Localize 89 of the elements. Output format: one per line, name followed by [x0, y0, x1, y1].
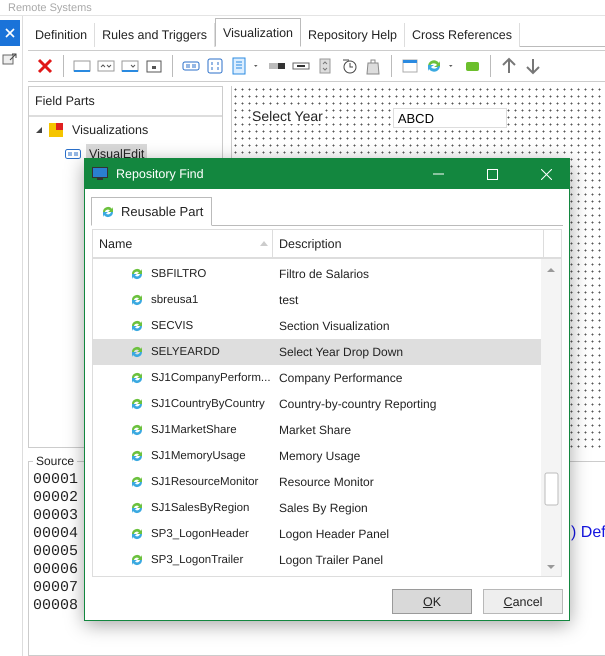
tab[interactable]: Definition: [28, 23, 96, 47]
line-number: 00002: [33, 488, 80, 506]
part-name: SJ1MemoryUsage: [151, 450, 246, 462]
part-description: Resource Monitor: [278, 475, 374, 489]
list-row[interactable]: sbreusa1 test: [93, 287, 541, 313]
list-icon[interactable]: [230, 57, 248, 75]
refresh-arrows-icon: [129, 344, 145, 360]
refresh-arrows-icon: [129, 552, 145, 568]
refresh-arrows-icon: [129, 526, 145, 542]
tab[interactable]: Reusable Part: [91, 197, 212, 226]
list-row[interactable]: SP3_LogonTrailer Logon Trailer Panel: [93, 547, 541, 573]
bag-icon[interactable]: [364, 57, 382, 75]
part-name: SP3_LogonHeader: [151, 528, 249, 540]
part-name: SJ1CountryByCountry: [151, 398, 265, 410]
scrollbar[interactable]: [541, 259, 561, 576]
refresh-arrows-icon: [129, 422, 145, 438]
refresh-arrows-icon: [129, 370, 145, 386]
part-description: Memory Usage: [278, 449, 360, 463]
list-row[interactable]: SP3_LogonHeader Logon Header Panel: [93, 521, 541, 547]
line-number: 00007: [33, 578, 80, 596]
part-description: Logon Trailer Panel: [278, 553, 384, 567]
dialog-button[interactable]: OK: [392, 589, 472, 614]
list-row[interactable]: SJ1MemoryUsage Memory Usage: [93, 443, 541, 469]
panel-title: Source: [35, 454, 76, 468]
input-field[interactable]: ABCD: [392, 108, 507, 128]
down-arrow-icon[interactable]: [524, 57, 542, 75]
part-name: SJ1CompanyPerform...: [151, 372, 271, 384]
refresh-arrows-icon: [129, 500, 145, 516]
list-row[interactable]: SJ1CountryByCountry Country-by-country Reporting: [93, 391, 541, 417]
part-name: SECVIS: [151, 320, 194, 332]
panel-title: Remote Systems: [8, 2, 92, 15]
list-row[interactable]: SJ1SalesByRegion Sales By Region: [93, 495, 541, 521]
edit-field-icon: [65, 149, 81, 159]
part-description: Market Share: [278, 423, 352, 437]
part-name: SJ1SalesByRegion: [151, 502, 250, 514]
window-icon[interactable]: [401, 57, 419, 75]
sort-arrow-icon: [260, 241, 268, 246]
timer-icon[interactable]: [340, 57, 358, 75]
list-row[interactable]: SBFILTRO Filtro de Salarios: [93, 261, 541, 287]
part-description: Section Visualization: [278, 319, 390, 333]
monitor-icon: [92, 167, 108, 181]
line-number: 00004: [33, 524, 80, 542]
refresh-arrows-icon: [129, 448, 145, 464]
refresh-arrows-icon: [129, 318, 145, 334]
refresh-arrows-icon: [129, 292, 145, 308]
column-header[interactable]: Name: [93, 230, 273, 257]
line-number: 00008: [33, 596, 80, 614]
list-row[interactable]: SECVIS Section Visualization: [93, 313, 541, 339]
part-description: Select Year Drop Down: [278, 345, 404, 359]
line-number: 00003: [33, 506, 80, 524]
list-row[interactable]: SJ1CompanyPerform... Company Performance: [93, 365, 541, 391]
list-row[interactable]: SJ1ResourceMonitor Resource Monitor: [93, 469, 541, 495]
panel-title: Field Parts: [35, 94, 95, 108]
tab[interactable]: Visualization: [215, 18, 301, 47]
column-header[interactable]: Description: [273, 230, 544, 257]
part-description: Filtro de Salarios: [278, 267, 370, 281]
tab[interactable]: Cross References: [404, 23, 520, 47]
collapse-triangle-icon[interactable]: [35, 126, 43, 134]
tree-item[interactable]: Visualizations: [69, 120, 152, 140]
tab[interactable]: Rules and Triggers: [95, 23, 216, 47]
part-description: Country-by-country Reporting: [278, 397, 436, 411]
line-number: 00005: [33, 542, 80, 560]
line-number: 00006: [33, 560, 80, 578]
part-description: test: [278, 293, 298, 307]
list-row[interactable]: SELYEARDD Select Year Drop Down: [93, 339, 541, 365]
part-name: sbreusa1: [151, 294, 198, 306]
part-name: SJ1MarketShare: [151, 424, 237, 436]
close-icon[interactable]: [0, 20, 20, 46]
list-row[interactable]: SJ1MarketShare Market Share: [93, 417, 541, 443]
part-description: Company Performance: [278, 371, 402, 385]
part-description: Sales By Region: [278, 501, 368, 515]
up-arrow-icon[interactable]: [500, 57, 518, 75]
delete-icon[interactable]: [36, 57, 54, 75]
dialog-title: Repository Find: [116, 167, 205, 181]
grid-field-icon[interactable]: [206, 57, 224, 75]
part-description: Logon Header Panel: [278, 527, 390, 541]
window-export-icon[interactable]: [2, 52, 18, 66]
dialog-button[interactable]: Cancel: [483, 589, 563, 614]
line-number: 00001: [33, 470, 80, 488]
part-name: SP3_LogonTrailer: [151, 554, 244, 566]
refresh-arrows-icon: [129, 474, 145, 490]
tab[interactable]: Repository Help: [301, 23, 405, 47]
part-name: SBFILTRO: [151, 268, 206, 280]
refresh-arrows-icon: [129, 396, 145, 412]
refresh-arrows-icon: [129, 266, 145, 282]
colored-squares-icon: [48, 122, 64, 138]
part-name: SJ1ResourceMonitor: [151, 476, 258, 488]
field-label: Select Year: [252, 108, 323, 124]
part-name: SELYEARDD: [151, 346, 220, 358]
